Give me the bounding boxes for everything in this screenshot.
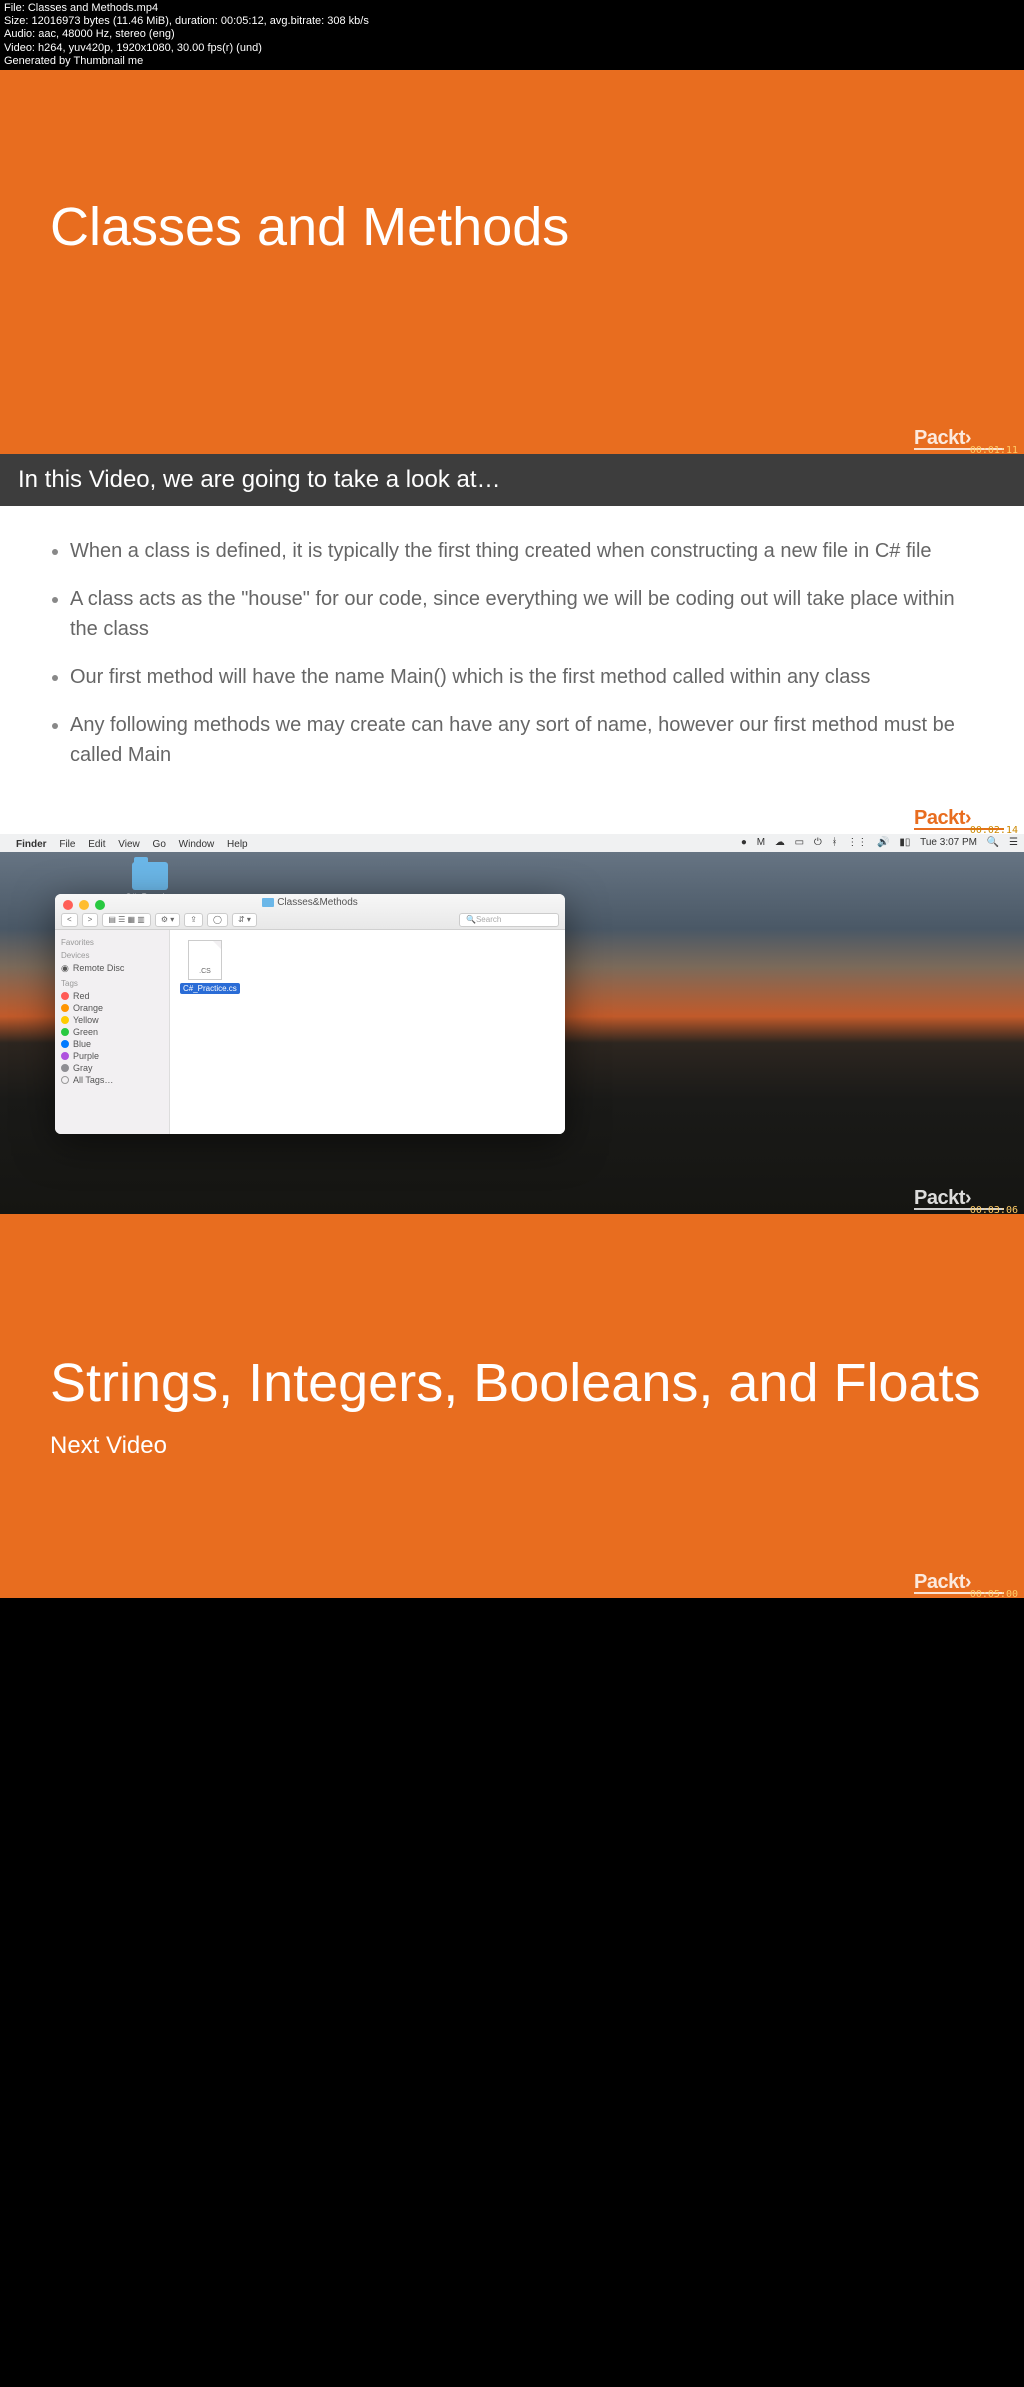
meta-video: Video: h264, yuv420p, 1920x1080, 30.00 f…	[4, 42, 1020, 55]
bullet-item: A class acts as the "house" for our code…	[70, 584, 964, 644]
notification-icon[interactable]: ☰	[1009, 837, 1018, 848]
next-video-label: Next Video	[50, 1432, 1024, 1460]
thumbnail-frame-3: Finder File Edit View Go Window Help ● M…	[0, 834, 1024, 1214]
next-video-title: Strings, Integers, Booleans, and Floats	[50, 1352, 1024, 1414]
sidebar-section-tags: Tags	[61, 979, 163, 988]
sidebar-section-devices: Devices	[61, 951, 163, 960]
menu-go[interactable]: Go	[153, 839, 166, 850]
sidebar-all-tags[interactable]: All Tags…	[61, 1074, 163, 1086]
bluetooth-icon[interactable]: ᚼ	[832, 837, 838, 848]
wifi-icon[interactable]: ⋮⋮	[847, 837, 867, 848]
file-label: C#_Practice.cs	[180, 983, 240, 994]
menubar-left: Finder File Edit View Go Window Help	[6, 836, 258, 850]
menu-edit[interactable]: Edit	[88, 839, 105, 850]
volume-icon[interactable]: 🔊	[877, 837, 889, 848]
menu-help[interactable]: Help	[227, 839, 248, 850]
share-button[interactable]: ⇪	[184, 913, 203, 927]
bullet-item: Any following methods we may create can …	[70, 710, 964, 770]
bullet-item: Our first method will have the name Main…	[70, 662, 964, 692]
meta-file: File: Classes and Methods.mp4	[4, 2, 1020, 15]
meta-audio: Audio: aac, 48000 Hz, stereo (eng)	[4, 28, 1020, 41]
tag-button[interactable]: ◯	[207, 913, 228, 927]
video-metadata: File: Classes and Methods.mp4 Size: 1201…	[0, 0, 1024, 70]
meta-gen: Generated by Thumbnail me	[4, 55, 1020, 68]
finder-window[interactable]: Classes&Methods < > ▤ ☰ ▦ ▥ ⚙ ▾ ⇪ ◯ ⇵ ▾ …	[55, 894, 565, 1134]
status-icon[interactable]: ☁	[775, 837, 785, 848]
finder-sidebar: Favorites Devices ◉Remote Disc Tags Red …	[55, 930, 170, 1134]
menubar-right: ● M ☁ ▭ ⏻ ᚼ ⋮⋮ 🔊 ▮▯ Tue 3:07 PM 🔍 ☰	[734, 837, 1018, 848]
bullet-item: When a class is defined, it is typically…	[70, 536, 964, 566]
bullet-list: When a class is defined, it is typically…	[0, 506, 1024, 770]
frame-timestamp: 00:05:00	[970, 1589, 1018, 1600]
menu-view[interactable]: View	[118, 839, 140, 850]
status-icon[interactable]: M	[757, 837, 765, 848]
menu-app[interactable]: Finder	[16, 839, 47, 850]
file-item[interactable]: .CS C#_Practice.cs	[180, 940, 230, 994]
arrange-button[interactable]: ⚙ ▾	[155, 913, 180, 927]
nav-forward-button[interactable]: >	[82, 913, 99, 927]
sidebar-tag-blue[interactable]: Blue	[61, 1038, 163, 1050]
thumbnail-frame-1: Classes and Methods Packt› 00:01:11	[0, 70, 1024, 454]
slide-title: Classes and Methods	[50, 196, 569, 258]
sidebar-tag-gray[interactable]: Gray	[61, 1062, 163, 1074]
dropbox-button[interactable]: ⇵ ▾	[232, 913, 257, 927]
search-input[interactable]: 🔍 Search	[459, 913, 559, 927]
section-heading: In this Video, we are going to take a lo…	[0, 454, 1024, 506]
finder-content[interactable]: .CS C#_Practice.cs	[170, 930, 565, 1134]
battery-icon[interactable]: ▮▯	[899, 837, 910, 848]
view-buttons[interactable]: ▤ ☰ ▦ ▥	[102, 913, 151, 927]
sidebar-tag-yellow[interactable]: Yellow	[61, 1014, 163, 1026]
folder-icon	[262, 898, 274, 907]
sidebar-tag-red[interactable]: Red	[61, 990, 163, 1002]
sidebar-tag-green[interactable]: Green	[61, 1026, 163, 1038]
status-icon[interactable]: ●	[741, 837, 747, 848]
menu-window[interactable]: Window	[179, 839, 215, 850]
menu-file[interactable]: File	[59, 839, 75, 850]
finder-toolbar: < > ▤ ☰ ▦ ▥ ⚙ ▾ ⇪ ◯ ⇵ ▾ 🔍 Search	[61, 912, 559, 928]
sidebar-tag-purple[interactable]: Purple	[61, 1050, 163, 1062]
thumbnail-frame-4: Strings, Integers, Booleans, and Floats …	[0, 1214, 1024, 1598]
sidebar-tag-orange[interactable]: Orange	[61, 1002, 163, 1014]
frame-timestamp: 00:03:06	[970, 1205, 1018, 1214]
nav-back-button[interactable]: <	[61, 913, 78, 927]
sidebar-item-remote-disc[interactable]: ◉Remote Disc	[61, 962, 163, 975]
sidebar-section-favorites: Favorites	[61, 938, 163, 947]
meta-size: Size: 12016973 bytes (11.46 MiB), durati…	[4, 15, 1020, 28]
folder-icon	[132, 862, 168, 890]
status-icon[interactable]: ⏻	[814, 837, 822, 848]
thumbnail-frame-2: In this Video, we are going to take a lo…	[0, 454, 1024, 834]
status-icon[interactable]: ▭	[795, 837, 804, 848]
clock[interactable]: Tue 3:07 PM	[920, 837, 977, 848]
file-icon: .CS	[188, 940, 222, 980]
mac-menubar: Finder File Edit View Go Window Help ● M…	[0, 834, 1024, 852]
finder-titlebar: Classes&Methods < > ▤ ☰ ▦ ▥ ⚙ ▾ ⇪ ◯ ⇵ ▾ …	[55, 894, 565, 930]
finder-title: Classes&Methods	[55, 897, 565, 908]
spotlight-icon[interactable]: 🔍	[987, 837, 999, 848]
